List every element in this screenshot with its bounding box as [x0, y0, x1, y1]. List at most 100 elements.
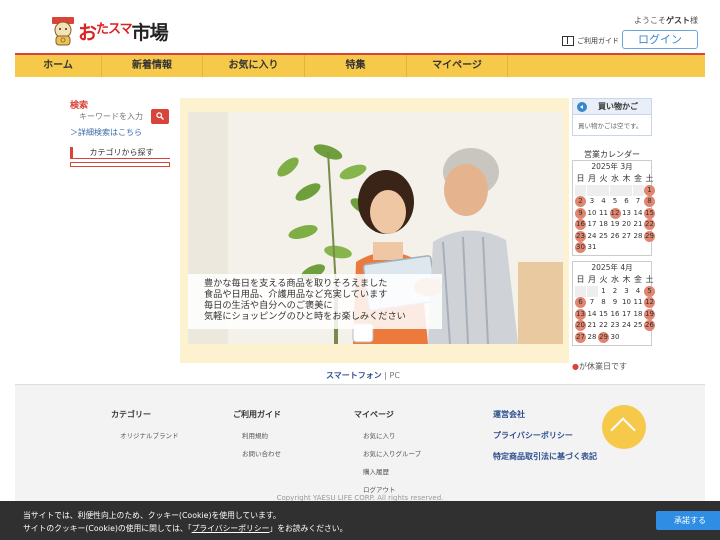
footer-link[interactable]: オリジナルブランド: [111, 430, 179, 440]
calendar-holiday: 16: [575, 219, 586, 230]
calendar-holiday: 5: [644, 285, 655, 297]
calendar-day: 24: [622, 321, 631, 329]
calendar-day: 31: [587, 243, 597, 251]
calendar-weekday: 木: [622, 275, 631, 284]
page-top-button[interactable]: [602, 405, 646, 449]
calendar-day: 30: [610, 332, 620, 341]
calendar-month-label: 2025年 3月: [591, 162, 633, 171]
calendar-weekday: 火: [599, 174, 608, 183]
calendar-holiday: 12: [644, 297, 655, 308]
cookie-privacy-link[interactable]: プライバシーポリシー: [192, 524, 270, 533]
calendar-day: 27: [622, 231, 631, 240]
cookie-message: 当サイトでは、利便性向上のため、クッキー(Cookie)を使用しています。 サイ…: [23, 511, 348, 533]
calendar-day: 10: [622, 298, 631, 306]
footer-link[interactable]: 購入履歴: [354, 466, 421, 476]
calendar-holiday: 29: [644, 230, 655, 242]
calendar-day: 15: [599, 309, 608, 318]
calendar-holiday: 22: [644, 219, 655, 230]
cart-empty-text: 買い物かごは空です。: [578, 122, 643, 130]
calendar-day: 11: [633, 298, 643, 306]
calendar-day: 19: [610, 220, 620, 228]
cart-box: 買い物かご 買い物かごは空です。: [572, 98, 652, 136]
calendar-day: 11: [599, 208, 608, 217]
calendar-day: 5: [612, 197, 618, 205]
calendar-blank: [621, 184, 632, 196]
site-header: おたスマ市場 ようこそゲスト様 ご利用ガイド ログイン: [0, 0, 720, 55]
category-search-header[interactable]: カテゴリから探す: [70, 147, 170, 159]
company-link[interactable]: 運営会社: [493, 409, 597, 420]
search-button[interactable]: [151, 109, 169, 124]
calendar-day: 13: [622, 208, 631, 217]
calendar-day: 23: [610, 321, 620, 329]
calendar-day: 1: [601, 286, 606, 295]
footer-link[interactable]: ログアウト: [354, 484, 421, 494]
calendar-day: 6: [624, 197, 629, 205]
calendar-day: 28: [633, 231, 643, 240]
welcome-user: ゲスト: [666, 16, 690, 25]
calendar-holiday: 20: [575, 320, 586, 331]
calendar-day: 14: [633, 208, 643, 217]
nav-item-favorites[interactable]: お気に入り: [203, 55, 305, 77]
search-icon: [156, 112, 164, 120]
calendar-day: 25: [633, 321, 643, 329]
calendar-weekday: 日: [576, 174, 585, 183]
calendar-day: 2: [612, 286, 618, 295]
calendar-day: 21: [633, 220, 643, 228]
calendar-day: 24: [587, 231, 597, 240]
calendar-day: 17: [587, 220, 597, 228]
calendar-weekday: 土: [645, 174, 654, 183]
site-logo[interactable]: おたスマ市場: [50, 16, 169, 46]
calendar-blank: [609, 184, 621, 196]
device-switch: スマートフォン | PC: [326, 371, 400, 380]
cookie-accept-button[interactable]: 承諾する: [656, 511, 720, 530]
cart-header[interactable]: 買い物かご: [573, 99, 651, 115]
login-button[interactable]: ログイン: [622, 30, 698, 49]
calendar-holiday: 15: [644, 207, 655, 219]
category-list-box: [70, 162, 170, 167]
calendar-holiday: 13: [575, 308, 586, 320]
footer-link[interactable]: お気に入りグループ: [354, 448, 421, 458]
calendar-day: 4: [601, 197, 606, 205]
calendar-weekday: 水: [611, 174, 619, 183]
calendar-day: 25: [599, 231, 608, 240]
legal-notice-link[interactable]: 特定商品取引法に基づく表記: [493, 451, 597, 462]
privacy-policy-link[interactable]: プライバシーポリシー: [493, 430, 597, 441]
nav-item-features[interactable]: 特集: [305, 55, 407, 77]
calendar-day: 17: [622, 309, 631, 318]
book-icon: [562, 36, 574, 46]
calendar-day: 7: [635, 197, 641, 205]
calendar-day: 20: [622, 220, 631, 228]
calendar-weekday: 火: [599, 275, 608, 284]
calendar-holiday: 26: [644, 320, 655, 331]
search-input[interactable]: [70, 109, 151, 123]
nav-item-home[interactable]: ホーム: [15, 55, 102, 77]
cookie-banner: 当サイトでは、利便性向上のため、クッキー(Cookie)を使用しています。 サイ…: [0, 501, 720, 540]
footer-link[interactable]: 利用規約: [233, 430, 281, 440]
calendar-weekday: 金: [634, 174, 642, 183]
calendar-day: 7: [589, 298, 595, 306]
calendar-weekday: 月: [588, 275, 596, 284]
hero-caption: 豊かな毎日を支える商品を取りそろえました 食品や日用品、介護用品など充実していま…: [188, 274, 442, 329]
calendar-blank: [598, 184, 609, 196]
advanced-search-link[interactable]: ＞詳細検索はこちら: [70, 127, 142, 138]
footer-col-guide: ご利用ガイド 利用規約 お問い合わせ: [233, 410, 281, 458]
footer-link[interactable]: お気に入り: [354, 430, 421, 440]
calendar-day: 3: [589, 197, 595, 205]
nav-item-news[interactable]: 新着情報: [102, 55, 203, 77]
calendar-blank: [632, 184, 644, 196]
calendar-march: 2025年 3月 日月火水木金土 1 2 3 4 5 6 7 8 9 10 11 12 13 14 15 16 1…: [572, 160, 655, 256]
calendar-blank: [575, 184, 586, 196]
footer-link[interactable]: お問い合わせ: [233, 448, 281, 458]
smartphone-link[interactable]: スマートフォン: [326, 371, 382, 380]
calendar-holiday: 9: [575, 207, 586, 219]
calendar-day: 3: [624, 286, 629, 295]
calendar-day: 8: [601, 298, 606, 306]
nav-item-mypage[interactable]: マイページ: [407, 55, 508, 77]
calendar-weekday: 月: [588, 174, 596, 183]
calendar-day: 26: [610, 231, 620, 240]
calendar-day: 21: [587, 321, 597, 329]
pc-link[interactable]: PC: [390, 371, 400, 380]
calendar-holiday: 27: [575, 331, 586, 343]
guide-link[interactable]: ご利用ガイド: [562, 36, 619, 46]
calendar-april: 2025年 4月 日月火水木金土 1 2 3 4 5 6 7 8 9 10 11 12 13 14 15 16 1…: [572, 261, 655, 346]
